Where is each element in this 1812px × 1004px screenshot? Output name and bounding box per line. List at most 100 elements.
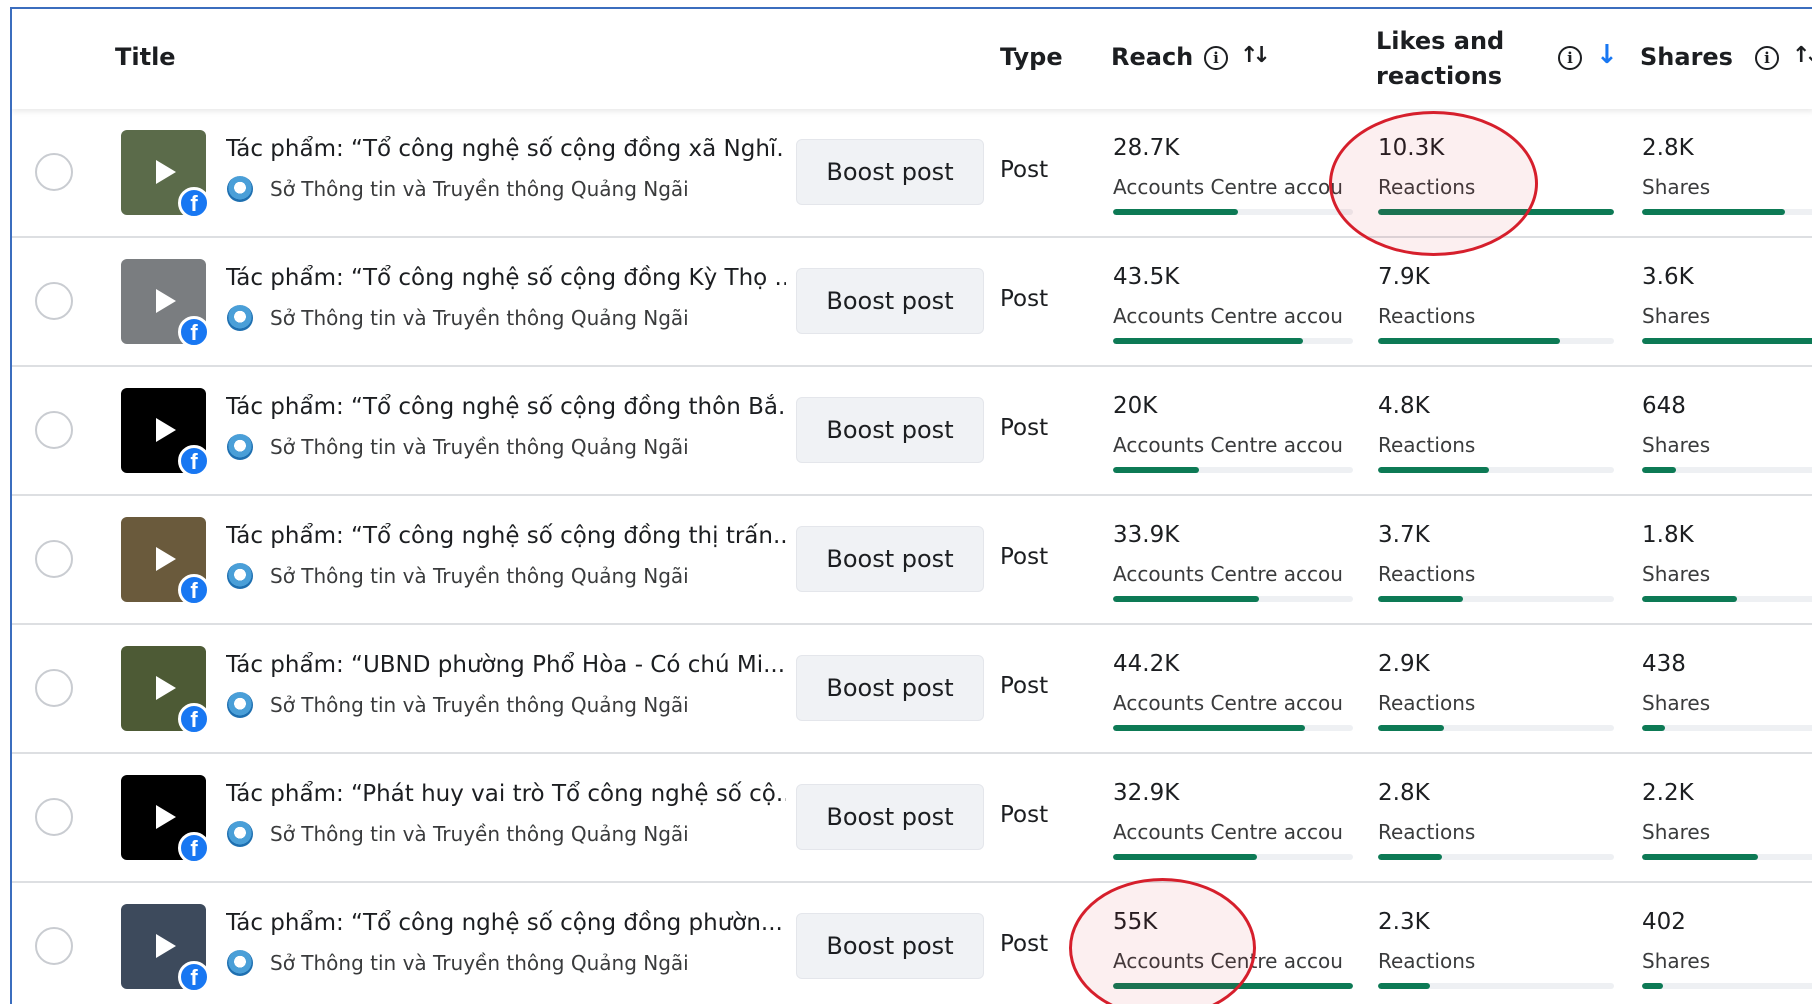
likes-value: 2.9K bbox=[1378, 651, 1430, 677]
header-reach[interactable]: Reach bbox=[1111, 43, 1193, 71]
reach-bar-track bbox=[1113, 209, 1353, 215]
shares-sort-icon[interactable]: ↑↓ bbox=[1792, 43, 1812, 68]
reach-bar-track bbox=[1113, 338, 1353, 344]
table-row[interactable]: f Tác phẩm: “Phát huy vai trò Tổ công ngh… bbox=[12, 754, 1812, 883]
row-select-radio[interactable] bbox=[35, 798, 73, 836]
likes-bar-fill bbox=[1378, 854, 1442, 860]
reach-label: Accounts Centre accou... bbox=[1113, 562, 1345, 586]
header-title: Title bbox=[115, 43, 176, 71]
reach-bar-fill bbox=[1113, 209, 1238, 215]
reach-bar-fill bbox=[1113, 338, 1303, 344]
post-title[interactable]: Tác phẩm: “Tổ công nghệ số cộng đồng thị… bbox=[226, 523, 786, 549]
reach-info-icon[interactable]: i bbox=[1204, 46, 1228, 70]
shares-value: 3.6K bbox=[1642, 264, 1694, 290]
likes-bar-fill bbox=[1378, 209, 1614, 215]
row-select-radio[interactable] bbox=[35, 669, 73, 707]
post-thumbnail[interactable]: f bbox=[121, 130, 210, 219]
likes-bar-track bbox=[1378, 596, 1614, 602]
post-thumbnail[interactable]: f bbox=[121, 259, 210, 348]
page-logo-icon bbox=[227, 176, 253, 202]
likes-bar-fill bbox=[1378, 983, 1430, 989]
reach-bar-fill bbox=[1113, 467, 1200, 473]
likes-value: 4.8K bbox=[1378, 393, 1430, 419]
post-title[interactable]: Tác phẩm: “Tổ công nghệ số cộng đồng phư… bbox=[226, 910, 786, 936]
canvas: Title Type Reach i ↑↓ Likes and reaction… bbox=[0, 0, 1812, 1004]
reach-bar-fill bbox=[1113, 854, 1257, 860]
table-row[interactable]: f Tác phẩm: “Tổ công nghệ số cộng đồng th… bbox=[12, 496, 1812, 625]
header-likes-reactions[interactable]: Likes and reactions bbox=[1376, 24, 1516, 94]
likes-value: 2.8K bbox=[1378, 780, 1430, 806]
page-logo-icon bbox=[227, 305, 253, 331]
post-thumbnail[interactable]: f bbox=[121, 775, 210, 864]
post-type: Post bbox=[1000, 931, 1049, 957]
post-title[interactable]: Tác phẩm: “UBND phường Phổ Hòa - Có chú … bbox=[226, 652, 786, 678]
likes-value: 3.7K bbox=[1378, 522, 1430, 548]
table-row[interactable]: f Tác phẩm: “Tổ công nghệ số cộng đồng th… bbox=[12, 367, 1812, 496]
play-icon bbox=[156, 676, 176, 700]
play-icon bbox=[156, 418, 176, 442]
row-select-radio[interactable] bbox=[35, 411, 73, 449]
row-select-radio[interactable] bbox=[35, 282, 73, 320]
page-logo-icon bbox=[227, 563, 253, 589]
reach-sort-icon[interactable]: ↑↓ bbox=[1240, 43, 1271, 68]
likes-bar-fill bbox=[1378, 725, 1445, 731]
reach-value: 44.2K bbox=[1113, 651, 1180, 677]
row-select-radio[interactable] bbox=[35, 153, 73, 191]
boost-post-button[interactable]: Boost post bbox=[796, 913, 984, 979]
post-thumbnail[interactable]: f bbox=[121, 517, 210, 606]
post-title[interactable]: Tác phẩm: “Phát huy vai trò Tổ công nghệ… bbox=[226, 781, 786, 807]
shares-bar-track bbox=[1642, 725, 1812, 731]
likes-value: 10.3K bbox=[1378, 135, 1445, 161]
row-select-radio[interactable] bbox=[35, 927, 73, 965]
boost-post-button[interactable]: Boost post bbox=[796, 655, 984, 721]
post-title[interactable]: Tác phẩm: “Tổ công nghệ số cộng đồng Kỳ … bbox=[226, 265, 786, 291]
shares-bar-fill bbox=[1642, 338, 1812, 344]
reach-bar-track bbox=[1113, 854, 1353, 860]
play-icon bbox=[156, 160, 176, 184]
page-logo-icon bbox=[227, 692, 253, 718]
likes-label: Reactions bbox=[1378, 433, 1476, 457]
post-type: Post bbox=[1000, 415, 1049, 441]
facebook-icon: f bbox=[178, 574, 210, 606]
likes-label: Reactions bbox=[1378, 175, 1476, 199]
reach-label: Accounts Centre accou... bbox=[1113, 433, 1345, 457]
reach-bar-fill bbox=[1113, 983, 1353, 989]
page-logo-icon bbox=[227, 434, 253, 460]
facebook-icon: f bbox=[178, 832, 210, 864]
reach-label: Accounts Centre accou... bbox=[1113, 175, 1345, 199]
table-row[interactable]: f Tác phẩm: “Tổ công nghệ số cộng đồng ph… bbox=[12, 883, 1812, 1004]
post-thumbnail[interactable]: f bbox=[121, 904, 210, 993]
posts-table: Title Type Reach i ↑↓ Likes and reaction… bbox=[10, 7, 1812, 1004]
post-type: Post bbox=[1000, 157, 1049, 183]
facebook-icon: f bbox=[178, 961, 210, 993]
shares-bar-track bbox=[1642, 467, 1812, 473]
likes-info-icon[interactable]: i bbox=[1558, 46, 1582, 70]
boost-post-button[interactable]: Boost post bbox=[796, 397, 984, 463]
page-name: Sở Thông tin và Truyền thông Quảng Ngãi bbox=[270, 951, 689, 975]
shares-value: 1.8K bbox=[1642, 522, 1694, 548]
boost-post-button[interactable]: Boost post bbox=[796, 784, 984, 850]
shares-bar-track bbox=[1642, 983, 1812, 989]
shares-label: Shares bbox=[1642, 691, 1711, 715]
likes-bar-fill bbox=[1378, 338, 1560, 344]
reach-bar-fill bbox=[1113, 596, 1260, 602]
reach-label: Accounts Centre accou... bbox=[1113, 949, 1345, 973]
shares-label: Shares bbox=[1642, 175, 1711, 199]
row-select-radio[interactable] bbox=[35, 540, 73, 578]
likes-sort-desc-icon[interactable]: ↓ bbox=[1596, 40, 1618, 70]
post-title[interactable]: Tác phẩm: “Tổ công nghệ số cộng đồng xã … bbox=[226, 136, 786, 162]
table-row[interactable]: f Tác phẩm: “Tổ công nghệ số cộng đồng xã… bbox=[12, 109, 1812, 238]
boost-post-button[interactable]: Boost post bbox=[796, 268, 984, 334]
facebook-icon: f bbox=[178, 703, 210, 735]
post-title[interactable]: Tác phẩm: “Tổ công nghệ số cộng đồng thô… bbox=[226, 394, 786, 420]
table-row[interactable]: f Tác phẩm: “Tổ công nghệ số cộng đồng Kỳ… bbox=[12, 238, 1812, 367]
boost-post-button[interactable]: Boost post bbox=[796, 139, 984, 205]
boost-post-button[interactable]: Boost post bbox=[796, 526, 984, 592]
post-thumbnail[interactable]: f bbox=[121, 646, 210, 735]
shares-info-icon[interactable]: i bbox=[1755, 46, 1779, 70]
header-shares[interactable]: Shares bbox=[1640, 43, 1733, 71]
post-thumbnail[interactable]: f bbox=[121, 388, 210, 477]
header-type: Type bbox=[1000, 43, 1063, 71]
table-row[interactable]: f Tác phẩm: “UBND phường Phổ Hòa - Có chú… bbox=[12, 625, 1812, 754]
reach-label: Accounts Centre accou... bbox=[1113, 304, 1345, 328]
